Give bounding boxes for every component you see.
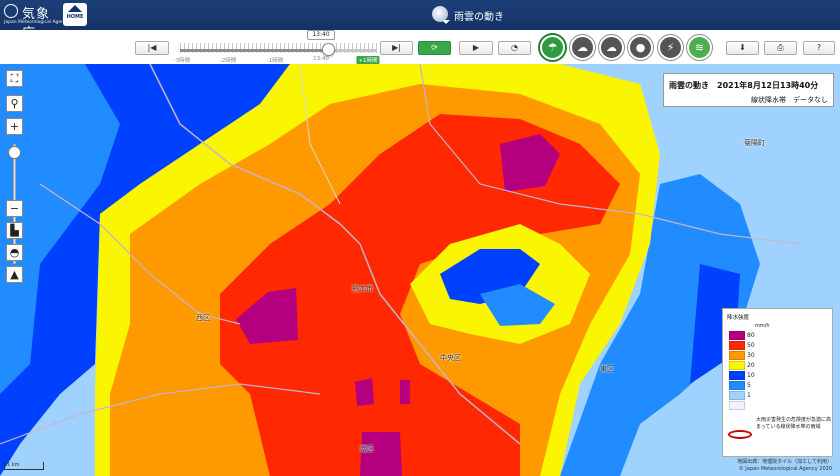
legend-unit: mm/h bbox=[755, 323, 770, 329]
speed-button[interactable]: ◔ bbox=[498, 41, 531, 55]
place-label-chuo: 中央区 bbox=[440, 354, 461, 362]
legend-swatch bbox=[729, 371, 745, 380]
map-controls: ⛶ ⚲ + − ▙ ◓ ▲ bbox=[6, 70, 23, 288]
locate-button[interactable]: ⚲ bbox=[6, 95, 23, 112]
place-label-kikuyo: 菊陽町 bbox=[744, 139, 765, 147]
legend-level-label: 30 bbox=[747, 352, 755, 359]
map-attribution: 地図出典：地理院タイル（加工して利用） © Japan Meteorologic… bbox=[737, 459, 832, 473]
minus-icon: − bbox=[9, 202, 20, 215]
legend-level-label: 10 bbox=[747, 372, 755, 379]
tick-minus-3h: -3時間 bbox=[173, 58, 191, 64]
skip-forward-icon: ▶| bbox=[392, 43, 401, 52]
fullscreen-icon: ⛶ bbox=[10, 72, 19, 85]
rain-band-icon: ≋ bbox=[694, 41, 705, 54]
legend-swatch bbox=[729, 351, 745, 360]
legend-swatch bbox=[729, 401, 745, 410]
radar-map[interactable]: 熊本市 中央区 西区 東区 南区 菊陽町 bbox=[0, 64, 840, 476]
legend-swatch bbox=[729, 361, 745, 370]
attribution-source[interactable]: 地図出典：地理院タイル（加工して利用） bbox=[737, 459, 832, 466]
map-layer-button[interactable]: ▙ bbox=[6, 222, 23, 239]
info-title: 雨雲の動き 2021年8月12日13時40分 bbox=[669, 81, 819, 90]
legend-level-label: 50 bbox=[747, 342, 755, 349]
legend-level-label: 20 bbox=[747, 362, 755, 369]
scale-bar: 1 km bbox=[4, 462, 44, 470]
info-subtitle: 線状降水帯 データなし bbox=[751, 96, 828, 104]
download-button[interactable]: ⬇ bbox=[726, 41, 759, 55]
thunder-cloud-mode-button[interactable]: ☁ bbox=[570, 35, 595, 60]
chevron-down-icon[interactable] bbox=[442, 20, 450, 24]
fullscreen-button[interactable]: ⛶ bbox=[6, 70, 23, 87]
place-label-minami: 南区 bbox=[360, 445, 374, 453]
agency-name-en: Japan Meteorological Agency bbox=[4, 20, 70, 25]
place-label-higashi: 東区 bbox=[600, 365, 614, 373]
water-icon: ◓ bbox=[9, 246, 20, 259]
lightning-mode-button[interactable]: ⚡ bbox=[658, 35, 683, 60]
play-button[interactable]: ▶ bbox=[459, 41, 493, 55]
legend-swatch bbox=[729, 341, 745, 350]
attribution-copyright: © Japan Meteorological Agency 2020 bbox=[738, 466, 832, 472]
tick-minus-1h: -1時間 bbox=[266, 58, 284, 64]
lightning-icon: ⚡ bbox=[666, 41, 675, 54]
map-icon: ▙ bbox=[10, 224, 19, 237]
cloud-icon: ☁ bbox=[606, 41, 617, 54]
legend-title: 降水強度 bbox=[727, 315, 750, 321]
home-button[interactable]: HOME bbox=[63, 3, 87, 26]
help-icon: ? bbox=[816, 43, 822, 52]
timeline-slider-track[interactable] bbox=[180, 49, 377, 52]
place-label-kumamoto: 熊本市 bbox=[352, 285, 373, 293]
jma-emblem-icon bbox=[4, 4, 18, 18]
current-time-bubble: 13:40 bbox=[307, 30, 335, 40]
print-button[interactable]: ⎙ bbox=[764, 41, 797, 55]
river-layer-button[interactable]: ◓ bbox=[6, 244, 23, 261]
app-header: 気象庁 Japan Meteorological Agency HOME 雨雲の… bbox=[0, 0, 840, 41]
home-icon bbox=[68, 5, 82, 12]
tick-plus-1h: +1時間 bbox=[356, 56, 380, 64]
legend-swatch bbox=[729, 381, 745, 390]
toolbar: |◀ 13:40 -3時間 -2時間 -1時間 13:40 +1時間 ▶| ⟳ … bbox=[0, 30, 840, 64]
legend-swatch bbox=[729, 391, 745, 400]
place-label-nishi: 西区 bbox=[196, 314, 210, 322]
jma-logo[interactable]: 気象庁 Japan Meteorological Agency bbox=[4, 3, 69, 41]
legend-level-label: 1 bbox=[747, 392, 751, 399]
tick-minus-2h: -2時間 bbox=[219, 58, 237, 64]
tick-now: 13:40 bbox=[313, 56, 329, 62]
gauge-icon: ◔ bbox=[511, 43, 518, 52]
skip-back-icon: |◀ bbox=[147, 43, 157, 52]
rain-band-mode-button[interactable]: ≋ bbox=[687, 35, 712, 60]
step-forward-button[interactable]: ▶| bbox=[380, 41, 413, 55]
zoom-out-button[interactable]: − bbox=[6, 200, 23, 217]
page-title: 雨雲の動き bbox=[454, 12, 504, 23]
map-pin-icon: ⚲ bbox=[10, 97, 19, 110]
home-label: HOME bbox=[66, 14, 84, 20]
legend-rain-band-note: 大雨災害発生の危険度が急激に高まっている線状降水帯の雨域 bbox=[756, 417, 832, 430]
time-info-box: 雨雲の動き 2021年8月12日13時40分 線状降水帯 データなし bbox=[663, 73, 834, 107]
printer-icon: ⎙ bbox=[777, 43, 784, 52]
refresh-icon: ⟳ bbox=[431, 43, 438, 52]
cloud-rain-icon: ☂ bbox=[547, 41, 558, 54]
zoom-slider-thumb[interactable] bbox=[8, 146, 21, 159]
refresh-button[interactable]: ⟳ bbox=[418, 41, 451, 55]
raindrop-mode-button[interactable]: ● bbox=[628, 35, 653, 60]
rain-band-oval-icon bbox=[728, 430, 752, 439]
timeline-slider-thumb[interactable] bbox=[321, 43, 335, 56]
download-icon: ⬇ bbox=[739, 43, 746, 52]
cloud-lightning-icon: ☁ bbox=[577, 41, 588, 54]
plus-icon: + bbox=[9, 120, 20, 133]
timeline-slider-fill bbox=[180, 49, 328, 52]
precipitation-legend: 降水強度 mm/h 80 50 30 20 10 5 1 大雨災害発生の危険度が急激に高まっ… bbox=[722, 308, 833, 457]
zoom-in-button[interactable]: + bbox=[6, 118, 23, 135]
drop-icon: ● bbox=[635, 41, 646, 54]
help-button[interactable]: ? bbox=[803, 41, 835, 55]
legend-swatch bbox=[729, 331, 745, 340]
step-back-button[interactable]: |◀ bbox=[135, 41, 169, 55]
play-icon: ▶ bbox=[472, 43, 480, 52]
terrain-layer-button[interactable]: ▲ bbox=[6, 266, 23, 283]
legend-level-label: 5 bbox=[747, 382, 751, 389]
mountain-icon: ▲ bbox=[10, 268, 19, 281]
legend-level-label: 80 bbox=[747, 332, 755, 339]
precipitation-overlay bbox=[0, 64, 840, 476]
rain-cloud-mode-button[interactable]: ☂ bbox=[540, 35, 565, 60]
cloud-rain-mode-button[interactable]: ☁ bbox=[599, 35, 624, 60]
